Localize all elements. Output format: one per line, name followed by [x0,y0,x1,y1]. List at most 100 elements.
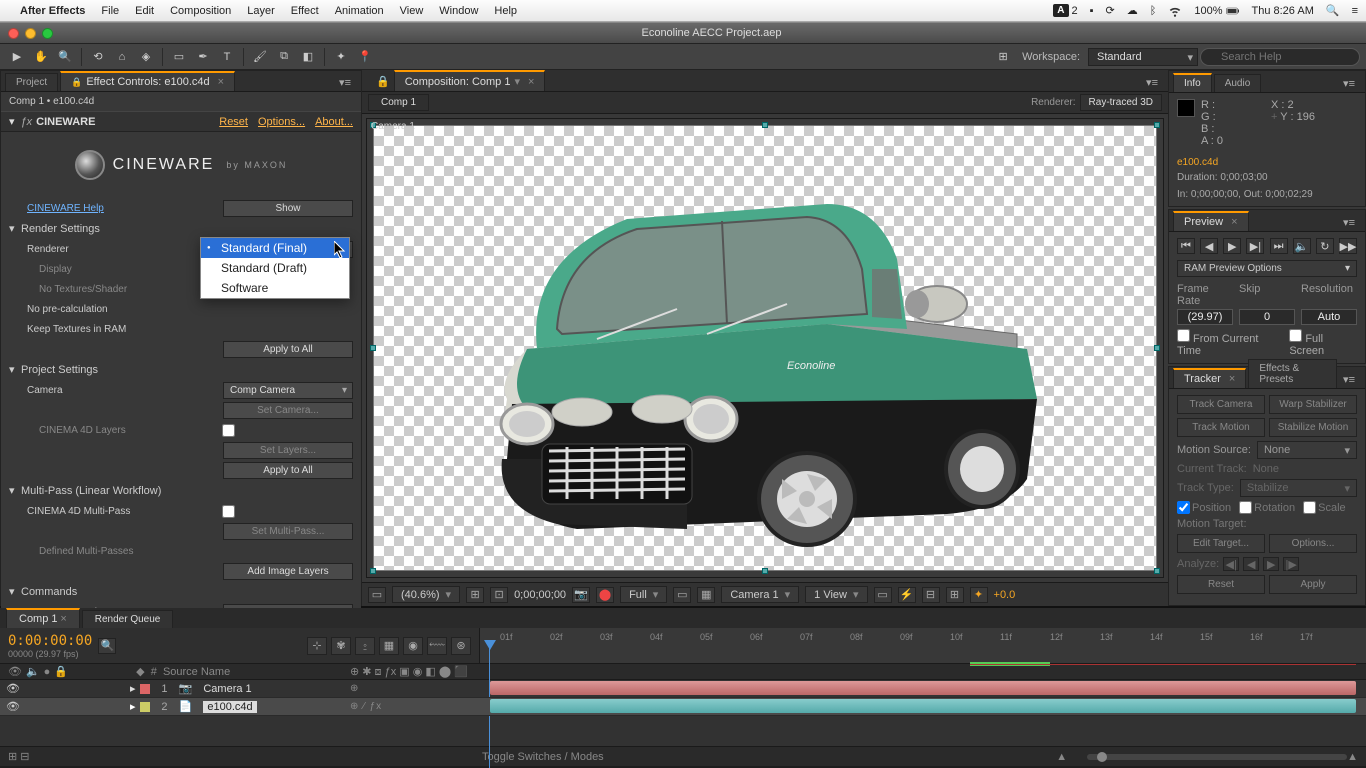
bluetooth-icon[interactable]: ᛒ [1150,5,1157,17]
next-frame-icon[interactable]: ▶| [1246,238,1264,254]
tracker-options-button[interactable]: Options... [1269,534,1357,553]
toggle-switches-button[interactable]: Toggle Switches / Modes [482,751,604,763]
tab-effects-presets[interactable]: Effects & Presets [1248,359,1337,388]
ram-preview-icon[interactable]: ▶▶ [1339,238,1357,254]
motion-source-dropdown[interactable]: None [1257,441,1357,459]
panel-menu-icon[interactable]: ▾≡ [335,74,355,91]
full-screen-checkbox[interactable]: Full Screen [1289,329,1357,357]
ram-preview-options-dropdown[interactable]: RAM Preview Options [1177,260,1357,277]
label-color[interactable] [140,702,150,712]
set-layers-button[interactable]: Set Layers... [223,442,353,459]
panel-menu-icon[interactable]: ▾≡ [1339,75,1359,92]
graph-editor-icon[interactable]: ⬳ [427,637,447,655]
time-ruler[interactable]: /*ticks rendered by JS below*/ 01f02f03f… [480,628,1366,663]
analyze-step-back-icon[interactable]: ◀ [1243,557,1259,571]
dropdown-option[interactable]: Standard (Final) [201,238,349,258]
dropdown-option[interactable]: Standard (Draft) [201,258,349,278]
frame-rate-input[interactable]: (29.97) [1177,309,1233,325]
apply-to-all-button-2[interactable]: Apply to All [223,462,353,479]
hand-tool-icon[interactable]: ✋ [30,47,52,67]
composition-viewer[interactable]: Camera 1 [366,118,1164,578]
layer-switches[interactable]: ⊕ [350,683,480,694]
traffic-lights[interactable] [8,28,53,39]
section-commands[interactable]: ▾Commands [9,581,353,602]
pen-tool-icon[interactable]: ✒ [192,47,214,67]
stabilize-motion-button[interactable]: Stabilize Motion [1269,418,1357,437]
current-time[interactable]: 0:00:00:00 [8,633,92,649]
tab-timeline-comp[interactable]: Comp 1 × [6,608,80,628]
menu-composition[interactable]: Composition [170,5,231,17]
layer-name[interactable]: e100.c4d [203,701,256,713]
workspace-icon[interactable]: ⊞ [992,47,1014,67]
cineware-help-link[interactable]: CINEWARE Help [9,203,223,214]
visibility-toggle-icon[interactable]: 👁 [6,700,20,713]
multipass-checkbox[interactable] [222,505,235,518]
menu-app[interactable]: After Effects [20,5,85,17]
frame-blend-icon[interactable]: ▦ [379,637,399,655]
panel-menu-icon[interactable]: ▾≡ [1339,371,1359,388]
tracker-reset-button[interactable]: Reset [1177,575,1265,594]
tab-composition[interactable]: Composition: Comp 1 ▾× [394,70,546,91]
brush-tool-icon[interactable]: 🖌 [249,47,271,67]
menu-layer[interactable]: Layer [247,5,275,17]
track-camera-button[interactable]: Track Camera [1177,395,1265,414]
c4d-layers-checkbox[interactable] [222,424,235,437]
brainstorm-icon[interactable]: ⊛ [451,637,471,655]
sync-icon[interactable]: ⟳ [1106,4,1115,17]
from-current-checkbox[interactable]: From Current Time [1177,329,1279,357]
layer-name[interactable]: Camera 1 [203,683,251,695]
snapshot-icon[interactable]: 📷 [572,587,590,603]
effect-header[interactable]: ▾ ƒx CINEWARE Reset Options... About... [1,111,361,132]
motion-blur-icon[interactable]: ◉ [403,637,423,655]
section-render-settings[interactable]: ▾Render Settings [9,218,353,239]
apply-to-all-button[interactable]: Apply to All [223,341,353,358]
spotlight-icon[interactable]: 🔍 [1326,4,1340,17]
tab-render-queue[interactable]: Render Queue [82,610,174,628]
clock[interactable]: Thu 8:26 AM [1252,5,1314,17]
expand-icon[interactable]: ⊞ ⊟ [8,750,30,763]
adobe-status-icon[interactable]: A 2 [1053,4,1077,17]
wifi-icon[interactable] [1168,4,1182,18]
options-link[interactable]: Options... [258,116,305,128]
cloud-icon[interactable]: ☁ [1127,4,1138,17]
zoom-in-icon[interactable]: ▲ [1347,751,1358,763]
layer-bar[interactable] [490,699,1356,713]
analyze-back-icon[interactable]: ◀| [1223,557,1239,571]
resolution-icon[interactable]: ⊞ [466,587,484,603]
edit-target-button[interactable]: Edit Target... [1177,534,1265,553]
mute-icon[interactable]: 🔈 [1293,238,1311,254]
analyze-fwd-icon[interactable]: |▶ [1283,557,1299,571]
about-link[interactable]: About... [315,116,353,128]
viewer-time[interactable]: 0;00;00;00 [514,589,566,601]
camera-tool-icon[interactable]: ⌂ [111,47,133,67]
menu-edit[interactable]: Edit [135,5,154,17]
transparency-icon[interactable]: ▦ [697,587,715,603]
channel-icon[interactable]: ⬤ [596,587,614,603]
camera-dropdown[interactable]: Camera 1 [721,586,799,603]
menu-window[interactable]: Window [439,5,478,17]
comp-mini-flowchart-icon[interactable]: ⊹ [307,637,327,655]
tracker-apply-button[interactable]: Apply [1269,575,1357,594]
menu-effect[interactable]: Effect [291,5,319,17]
close-tab-icon[interactable]: × [1229,373,1235,385]
close-tab-icon[interactable]: × [528,76,534,88]
prev-frame-icon[interactable]: ◀ [1200,238,1218,254]
tab-audio[interactable]: Audio [1214,74,1262,92]
track-type-dropdown[interactable]: Stabilize [1240,479,1357,497]
section-project-settings[interactable]: ▾Project Settings [9,359,353,380]
close-tab-icon[interactable]: × [218,76,224,88]
layer-switches[interactable]: ⊕ ⁄ ƒx [350,701,480,712]
loop-icon[interactable]: ↻ [1316,238,1334,254]
menu-animation[interactable]: Animation [335,5,384,17]
puppet-tool-icon[interactable]: 📍 [354,47,376,67]
camera-dropdown[interactable]: Comp Camera [223,382,353,399]
first-frame-icon[interactable]: ⏮ [1177,238,1195,254]
tab-effect-controls[interactable]: 🔒Effect Controls: e100.c4d× [60,71,235,91]
renderer-value-button[interactable]: Ray-traced 3D [1080,94,1162,111]
eraser-tool-icon[interactable]: ◧ [297,47,319,67]
set-camera-button[interactable]: Set Camera... [223,402,353,419]
minitab-comp[interactable]: Comp 1 [368,94,429,111]
rotation-checkbox[interactable]: Rotation [1239,501,1295,514]
reset-link[interactable]: Reset [219,116,248,128]
show-button[interactable]: Show [223,200,353,217]
